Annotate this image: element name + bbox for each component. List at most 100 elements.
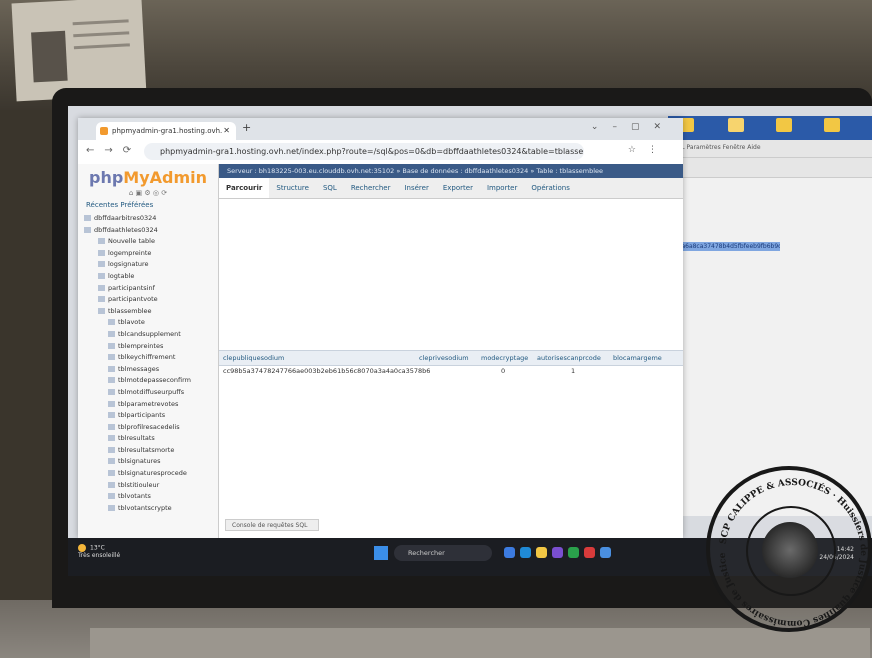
table-icon [108,481,115,488]
tree-item-label: tblsignaturesprocede [118,469,187,478]
tree-item-label: tblkeychiffrement [118,353,176,362]
table-icon [98,284,105,291]
tree-item[interactable]: tblempreintes [84,341,218,353]
tree-item[interactable]: tblparticipants [84,410,218,422]
folder-icon[interactable] [776,118,792,132]
window-controls[interactable]: ⌄–▢✕ [591,122,675,132]
taskbar-app-icon[interactable] [504,547,515,558]
folder-icon[interactable] [824,118,840,132]
tree-item[interactable]: tblresultatsmorte [84,445,218,457]
chrome-icon[interactable] [568,547,579,558]
background-window-menu[interactable]: XML Paramètres Fenêtre Aide [668,140,872,158]
tree-item[interactable]: tblcandsupplement [84,329,218,341]
tree-item[interactable]: logsignature [84,259,218,271]
tab-bar: phpmyadmin-gra1.hosting.ovh. ✕ + ⌄–▢✕ [78,118,683,140]
phpmyadmin-logo[interactable]: phpMyAdmin [78,168,218,187]
table-icon [108,365,115,372]
taskbar-app-icon[interactable] [600,547,611,558]
tree-item-label: dbffdaarbitres0324 [94,214,157,222]
table-icon [108,470,115,477]
tree-item[interactable]: tblsignaturesprocede [84,468,218,480]
tree-item-label: tblresultats [118,434,155,443]
tree-item[interactable]: tblsignatures [84,456,218,468]
tree-item[interactable]: tblkeychiffrement [84,352,218,364]
background-window-titlebar [668,116,872,140]
tree-item-label: tblstitiouleur [118,480,160,489]
column-header[interactable]: modecryptage [481,351,528,365]
tree-item[interactable]: tblprofilresacedelis [84,422,218,434]
taskbar-app-icon[interactable] [552,547,563,558]
browser-toolbar-icons[interactable]: ☆⋮ [628,145,669,155]
tab-sql[interactable]: SQL [316,178,344,198]
taskbar-search[interactable]: Rechercher [394,545,492,561]
table-icon [108,458,115,465]
file-explorer-icon[interactable] [536,547,547,558]
table-icon [98,272,105,279]
tree-item-label: tblmotdepasseconfirm [118,376,191,385]
tree-item[interactable]: participantsinf [84,283,218,295]
tab-exporter[interactable]: Exporter [436,178,480,198]
tab-structure[interactable]: Structure [269,178,316,198]
sql-console-button[interactable]: Console de requêtes SQL [225,519,319,531]
new-tab-icon[interactable]: + [242,121,251,134]
tree-item[interactable]: Nouvelle table [84,236,218,248]
column-header[interactable]: cleprivesodium [419,351,469,365]
windows-start-icon[interactable] [374,546,388,560]
table-icon [108,319,115,326]
tab-parcourir[interactable]: Parcourir [219,178,270,198]
table-icon [108,493,115,500]
close-tab-icon[interactable]: ✕ [223,122,230,140]
tab-rechercher[interactable]: Rechercher [344,178,398,198]
address-bar[interactable]: phpmyadmin-gra1.hosting.ovh.net/index.ph… [144,143,584,160]
tab-importer[interactable]: Importer [480,178,524,198]
weather-widget[interactable]: 13°C Très ensoleillé [78,544,120,559]
tree-item-label: participantsinf [108,283,155,292]
weather-text: Très ensoleillé [78,552,121,559]
navigation-buttons[interactable]: ←→⟳ [86,145,141,156]
tree-item-label: participantvote [108,295,158,304]
tree-item[interactable]: tblvotants [84,491,218,503]
tree-item-label: Nouvelle table [108,237,155,246]
column-header[interactable]: blocamargeme [613,351,662,365]
sidebar-toolbar-icons[interactable]: ⌂ ▣ ⚙ ◎ ⟳ [78,189,218,197]
database-icon [84,226,91,233]
background-window-toolbar[interactable] [668,158,872,178]
taskbar-app-icon[interactable] [584,547,595,558]
tree-item[interactable]: participantvote [84,294,218,306]
tree-item[interactable]: logempreinte [84,248,218,260]
selected-text[interactable]: b23a6a8ca37478b4d5fbfeeb9fb6b9d3 [670,242,780,251]
tree-item-label: tblassemblee [108,306,152,315]
logo-php: php [88,168,124,187]
table-icon [98,238,105,245]
column-header[interactable]: autorisescanprcode [537,351,601,365]
table-row[interactable]: cc98b5a37478247766ae003b2eb61b56c8070a3a… [219,364,683,378]
tree-item[interactable]: dbffdaathletes0324 [84,225,218,237]
tree-item[interactable]: tblassemblee [84,306,218,318]
tree-item-label: dbffdaathletes0324 [94,225,158,234]
tree-item[interactable]: tblmessages [84,364,218,376]
pma-tabs: Parcourir Structure SQL Rechercher Insérer Ex… [219,178,683,199]
tree-item[interactable]: logtable [84,271,218,283]
tree-item[interactable]: tblmotdiffuseurpuffs [84,387,218,399]
column-header[interactable]: clepubliquesodium [223,351,284,365]
tab-opérations[interactable]: Opérations [524,178,576,198]
tree-item-label: tblresultatsmorte [118,445,175,454]
folder-icon[interactable] [728,118,744,132]
tree-item[interactable]: tblvotantscrypte [84,503,218,515]
tree-item[interactable]: tblparametrevotes [84,399,218,411]
browser-tab[interactable]: phpmyadmin-gra1.hosting.ovh. ✕ [96,122,236,140]
tree-item[interactable]: dbffdaarbitres0324 [84,213,218,225]
table-icon [108,354,115,361]
table-icon [108,377,115,384]
tree-item[interactable]: tblstitiouleur [84,480,218,492]
tree-item-label: tblvotantscrypte [118,503,172,512]
tree-item[interactable]: tblresultats [84,433,218,445]
tree-item[interactable]: tblavote [84,317,218,329]
tree-item-label: tblempreintes [118,341,164,350]
breadcrumb[interactable]: Serveur : bh183225-003.eu.clouddb.ovh.ne… [219,164,683,178]
tree-item[interactable]: tblmotdepasseconfirm [84,375,218,387]
edge-icon[interactable] [520,547,531,558]
sidebar-links[interactable]: Récentes Préférées [78,197,218,213]
logo-myadmin: MyAdmin [123,168,208,187]
tab-insérer[interactable]: Insérer [397,178,435,198]
